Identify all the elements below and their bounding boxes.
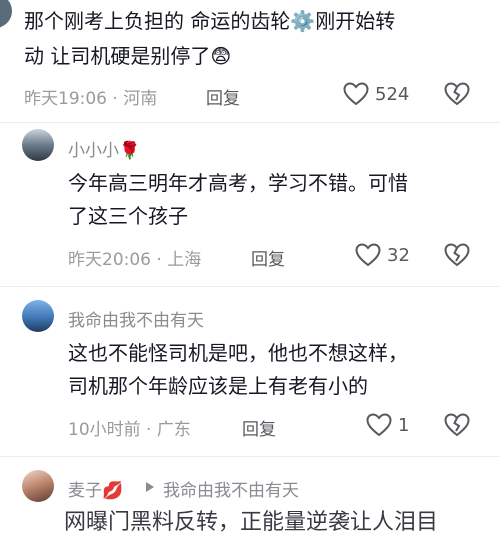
comment-text-line: 今年高三明年才高考，学习不错。可惜 xyxy=(68,171,408,195)
comment-text-line: 司机那个年龄应该是上有老有小的 xyxy=(68,374,368,398)
comment-time: 昨天20:06 xyxy=(68,250,151,270)
like-count: 32 xyxy=(387,244,410,266)
reply-arrow-icon xyxy=(145,481,155,493)
divider xyxy=(0,456,500,457)
like-button[interactable]: 32 xyxy=(355,243,410,267)
reply-button[interactable]: 回复 xyxy=(251,245,285,270)
username[interactable]: 小小小🌹 xyxy=(68,136,140,161)
avatar[interactable] xyxy=(22,300,54,332)
dislike-icon[interactable] xyxy=(444,82,470,106)
reply-button[interactable]: 回复 xyxy=(242,415,276,440)
comment-location: 广东 xyxy=(156,420,191,440)
comment-location: 河南 xyxy=(123,89,158,109)
comment-text-line: 这也不能怪司机是吧，他也不想这样， xyxy=(68,341,408,365)
heart-icon xyxy=(366,413,392,437)
dislike-icon[interactable] xyxy=(444,413,470,437)
comment-meta: 10小时前 · 广东 xyxy=(68,420,191,440)
reply-target-username[interactable]: 我命由我不由有天 xyxy=(163,476,299,501)
divider xyxy=(0,286,500,287)
like-count: 524 xyxy=(375,83,410,105)
divider xyxy=(0,122,500,123)
comment-text-line: 动 让司机硬是别停了😨 xyxy=(24,44,232,68)
comment-text-line: 那个刚考上负担的 命运的齿轮⚙️刚开始转 xyxy=(24,9,396,33)
like-button[interactable]: 524 xyxy=(343,82,409,106)
heart-icon xyxy=(355,243,381,267)
username[interactable]: 麦子💋 xyxy=(68,476,123,501)
dislike-icon[interactable] xyxy=(444,243,470,267)
like-button[interactable]: 1 xyxy=(366,413,409,437)
comment-time: 10小时前 xyxy=(68,420,141,440)
avatar[interactable] xyxy=(0,0,12,28)
comment-meta: 昨天19:06 · 河南 xyxy=(24,89,158,109)
comment-text-line: 了这三个孩子 xyxy=(68,204,188,228)
reply-button[interactable]: 回复 xyxy=(206,84,240,109)
comment-location: 上海 xyxy=(167,250,202,270)
comment-meta: 昨天20:06 · 上海 xyxy=(68,250,202,270)
like-count: 1 xyxy=(398,414,410,436)
watermark-caption: 网曝门黑料反转，正能量逆袭让人泪目 xyxy=(64,510,439,535)
heart-icon xyxy=(343,82,369,106)
avatar[interactable] xyxy=(22,129,54,161)
username[interactable]: 我命由我不由有天 xyxy=(68,306,204,331)
avatar[interactable] xyxy=(22,470,54,502)
comment-time: 昨天19:06 xyxy=(24,89,107,109)
